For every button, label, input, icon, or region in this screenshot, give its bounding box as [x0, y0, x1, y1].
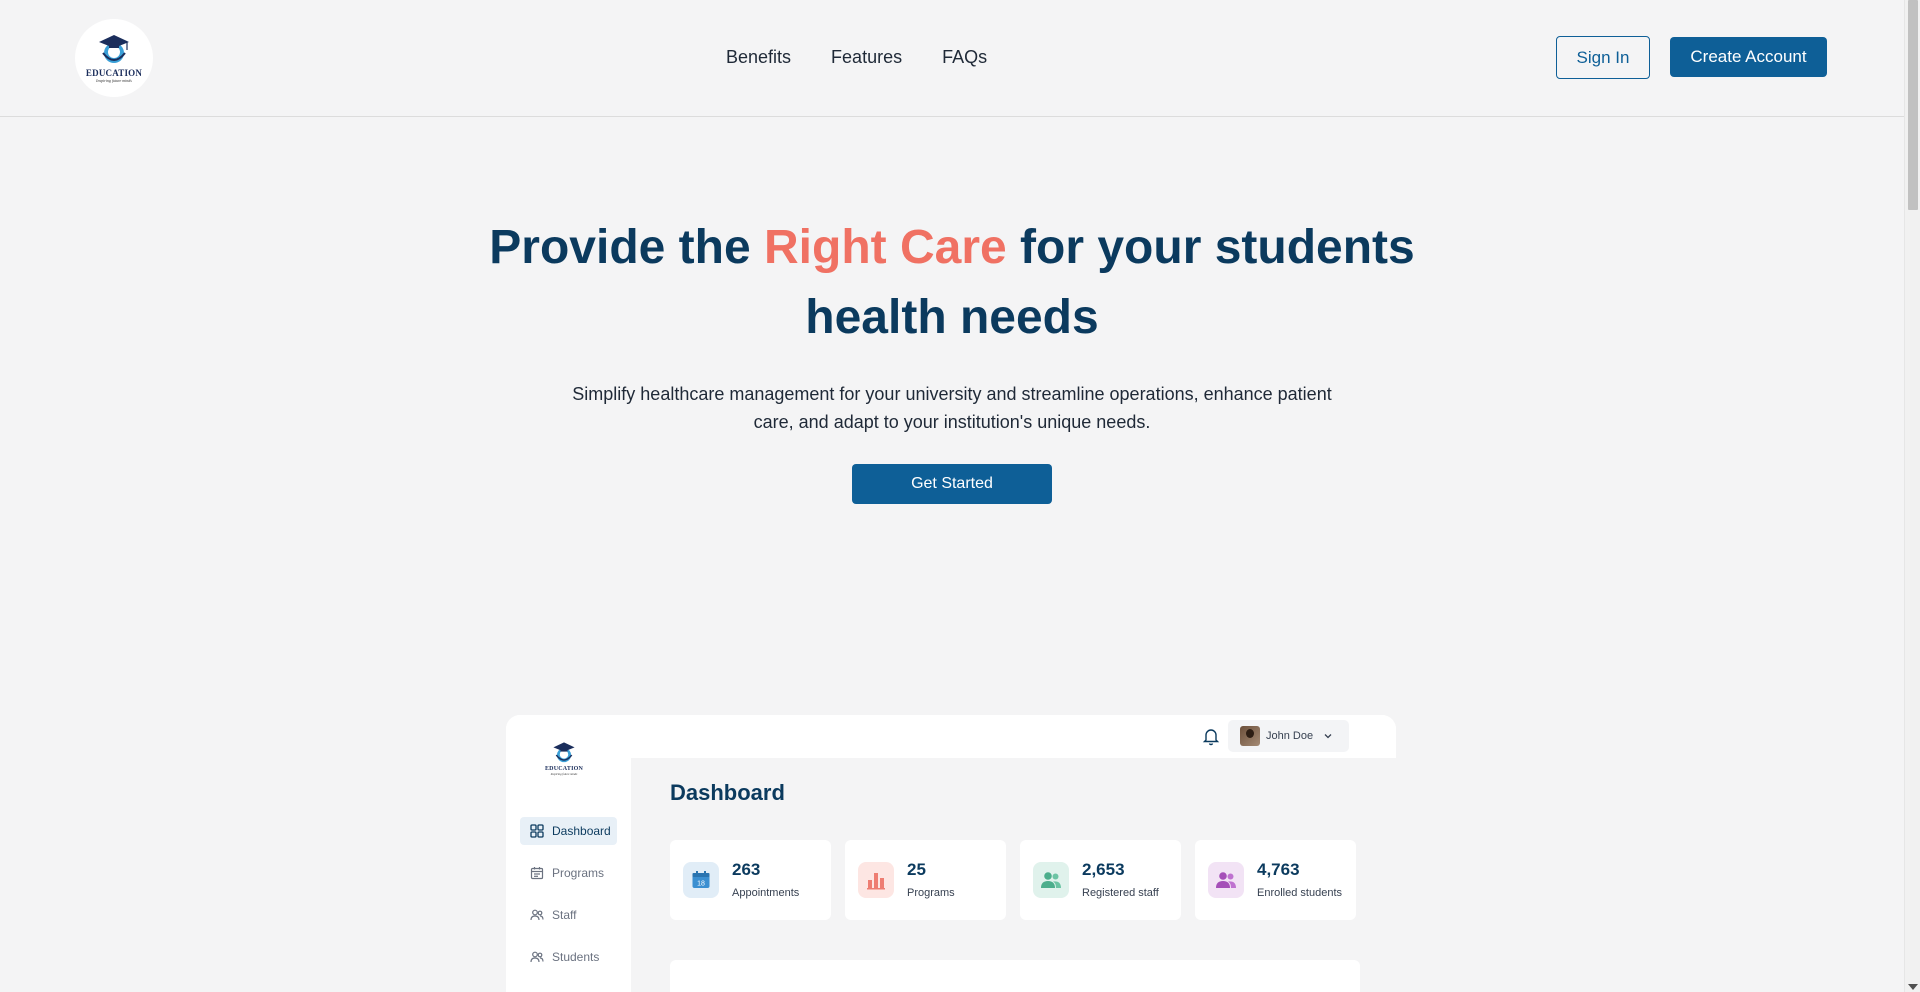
stat-card-staff[interactable]: 2,653 Registered staff — [1020, 840, 1181, 920]
grid-icon — [530, 824, 544, 838]
page-scrollbar[interactable] — [1904, 0, 1920, 992]
stat-value: 263 — [732, 860, 761, 879]
brand-logo[interactable]: EDUCATION Inspiring future minds — [75, 19, 153, 97]
dashboard-sidebar: EDUCATION Inspiring future minds Dashboa… — [506, 715, 631, 992]
nav-faqs[interactable]: FAQs — [942, 47, 987, 68]
bar-chart-icon — [867, 873, 885, 890]
get-started-button[interactable]: Get Started — [852, 464, 1052, 504]
calendar-icon: 18 — [692, 871, 710, 888]
avatar — [1240, 726, 1260, 746]
stat-label: Enrolled students — [1257, 887, 1342, 899]
scroll-down-arrow-icon[interactable] — [1908, 984, 1918, 990]
bell-icon[interactable] — [1202, 726, 1220, 746]
sidebar-item-dashboard[interactable]: Dashboard — [520, 817, 617, 845]
stat-icon-bg — [1208, 862, 1244, 898]
stat-value: 4,763 — [1257, 860, 1300, 879]
dashboard-preview: EDUCATION Inspiring future minds Dashboa… — [506, 715, 1396, 992]
logo-tagline: Inspiring future minds — [96, 78, 132, 83]
sidebar-item-programs[interactable]: Programs — [520, 859, 617, 887]
page-title: Dashboard — [670, 780, 785, 805]
stat-label: Programs — [907, 887, 955, 899]
users-icon — [1216, 872, 1236, 888]
graduation-cap-icon — [553, 742, 575, 763]
stat-card-appointments[interactable]: 18 263 Appointments — [670, 840, 831, 920]
nav-features[interactable]: Features — [831, 47, 902, 68]
dashboard-logo: EDUCATION Inspiring future minds — [544, 741, 584, 776]
users-icon — [530, 909, 544, 921]
hero-title-accent: Right Care — [764, 221, 1007, 274]
stat-label: Registered staff — [1082, 887, 1159, 899]
chevron-down-icon — [1324, 734, 1332, 739]
user-menu[interactable]: John Doe — [1228, 720, 1349, 752]
sidebar-item-staff[interactable]: Staff — [520, 901, 617, 929]
scrollbar-thumb[interactable] — [1908, 0, 1918, 210]
main-nav: Benefits Features FAQs — [726, 47, 987, 68]
stat-label: Appointments — [732, 887, 800, 899]
stat-icon-bg: 18 — [683, 862, 719, 898]
sidebar-item-label: Staff — [552, 908, 577, 922]
logo-wordmark: EDUCATION — [85, 68, 143, 78]
stat-card-students[interactable]: 4,763 Enrolled students — [1195, 840, 1356, 920]
graduation-cap-icon — [99, 35, 129, 63]
hero-subtitle: Simplify healthcare management for your … — [572, 384, 1332, 432]
hero-title: Provide the Right Care for your students… — [452, 213, 1452, 353]
hero-title-part1: Provide the — [489, 221, 764, 274]
stat-icon-bg — [1033, 862, 1069, 898]
sidebar-item-label: Programs — [552, 866, 605, 880]
dashboard-main: Dashboard 18 263 Appointments 25 Program… — [631, 758, 1396, 992]
calendar-icon — [530, 867, 544, 880]
site-header: EDUCATION Inspiring future minds Benefit… — [0, 0, 1904, 117]
svg-text:18: 18 — [697, 881, 705, 888]
dashboard-panel — [670, 960, 1360, 992]
dashboard-topbar: John Doe — [631, 715, 1396, 758]
stat-card-programs[interactable]: 25 Programs — [845, 840, 1006, 920]
stat-value: 2,653 — [1082, 860, 1125, 879]
users-icon — [1041, 872, 1061, 888]
stat-icon-bg — [858, 862, 894, 898]
nav-benefits[interactable]: Benefits — [726, 47, 791, 68]
sidebar-item-label: Dashboard — [552, 824, 611, 838]
stat-value: 25 — [907, 860, 926, 879]
sidebar-item-label: Students — [552, 950, 600, 964]
create-account-button[interactable]: Create Account — [1670, 37, 1827, 77]
sign-in-button[interactable]: Sign In — [1556, 36, 1650, 79]
sidebar-item-students[interactable]: Students — [520, 943, 617, 971]
users-icon — [530, 951, 544, 963]
user-name: John Doe — [1266, 730, 1314, 742]
logo-tagline: Inspiring future minds — [550, 772, 578, 776]
